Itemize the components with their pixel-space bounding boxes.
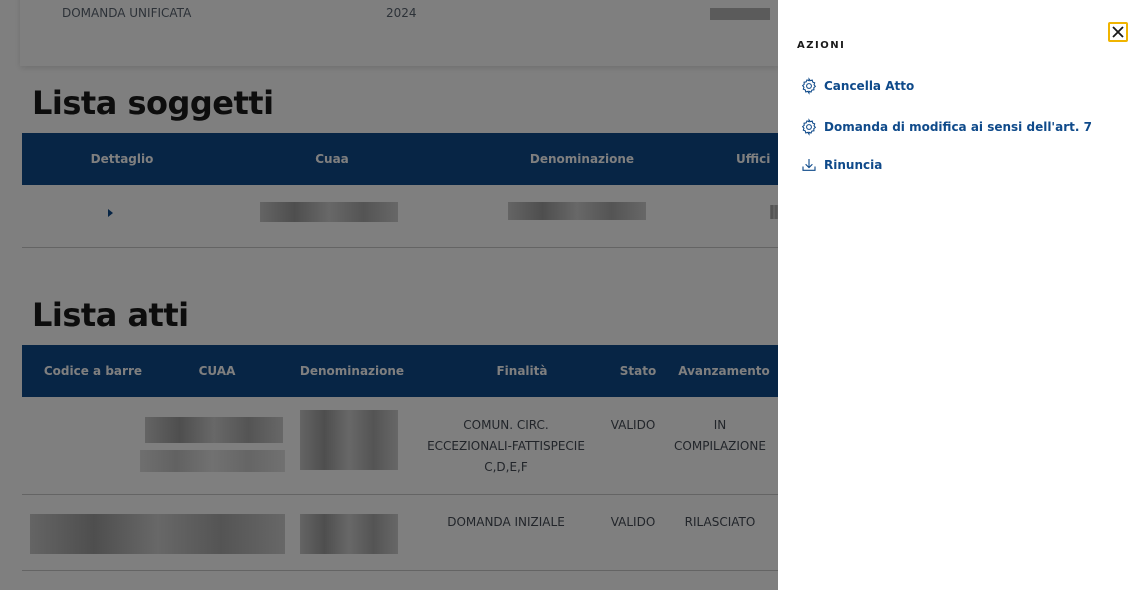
actions-panel: AZIONI Cancella Atto Domanda di modifica… [778, 0, 1128, 590]
modal-backdrop[interactable] [0, 0, 778, 590]
rinuncia-action[interactable]: Rinuncia [800, 156, 882, 174]
cancella-atto-action[interactable]: Cancella Atto [800, 77, 914, 95]
gear-icon [801, 118, 817, 136]
close-icon [1112, 26, 1124, 38]
cancella-atto-label: Cancella Atto [824, 79, 915, 93]
close-panel-button[interactable] [1108, 22, 1128, 42]
domanda-modifica-label: Domanda di modifica ai sensi dell'art. 7 [824, 120, 1092, 134]
download-icon [802, 159, 816, 171]
panel-title: AZIONI [797, 40, 846, 51]
domanda-modifica-action[interactable]: Domanda di modifica ai sensi dell'art. 7 [800, 118, 1092, 136]
gear-icon [801, 77, 817, 95]
rinuncia-label: Rinuncia [824, 158, 883, 172]
